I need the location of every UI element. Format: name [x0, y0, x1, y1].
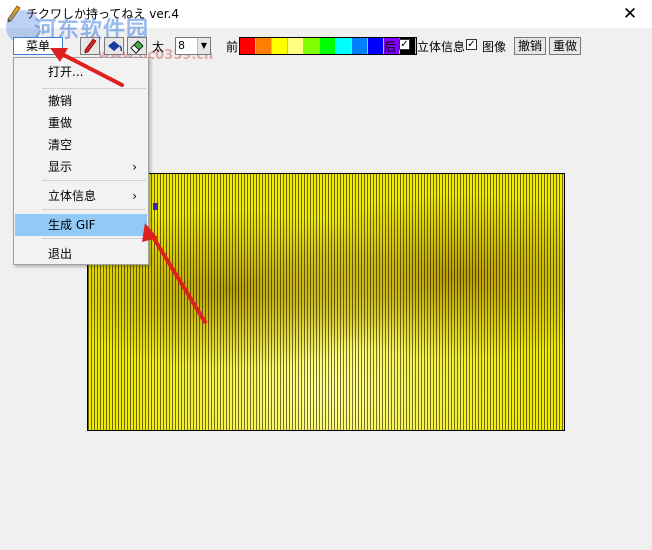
color-swatch[interactable] — [304, 38, 320, 54]
color-swatch[interactable] — [272, 38, 288, 54]
chevron-down-icon: ▼ — [197, 38, 210, 54]
color-swatch[interactable] — [240, 38, 256, 54]
drawing-canvas[interactable] — [87, 173, 565, 431]
color-swatch[interactable] — [352, 38, 368, 54]
size-select-value: 8 — [178, 39, 185, 52]
menu-separator — [42, 88, 146, 89]
eraser-tool-button[interactable] — [127, 37, 147, 55]
menu-item-exit[interactable]: 退出 — [15, 243, 147, 265]
menu-item-stereo-info-label: 立体信息 — [48, 189, 97, 203]
color-swatch[interactable] — [288, 38, 304, 54]
menu-item-open-label: 打开... — [48, 65, 84, 79]
size-select[interactable]: 8 ▼ — [175, 37, 211, 55]
chevron-right-icon: › — [132, 160, 137, 174]
color-swatch[interactable] — [336, 38, 352, 54]
pencil-tool-button[interactable] — [80, 37, 100, 55]
menu-item-make-gif-label: 生成 GIF — [48, 218, 96, 232]
color-swatch[interactable] — [256, 38, 272, 54]
menu-item-clear[interactable]: 清空 — [15, 134, 147, 156]
color-swatch[interactable] — [368, 38, 384, 54]
menu-separator — [42, 209, 146, 210]
stereo-info-checkbox[interactable]: ✓ — [466, 39, 477, 50]
back-color-label: 后 — [384, 40, 397, 54]
menu-item-display[interactable]: 显示 › — [15, 156, 147, 178]
back-checkbox[interactable]: ✓ — [399, 39, 410, 50]
fill-tool-button[interactable] — [104, 37, 124, 55]
cursor-mark — [153, 203, 158, 210]
undo-button-label: 撤销 — [517, 39, 542, 53]
undo-button[interactable]: 撤销 — [514, 37, 546, 55]
front-color-label: 前 — [226, 40, 239, 54]
menu-item-redo[interactable]: 重做 — [15, 112, 147, 134]
menu-item-clear-label: 清空 — [48, 138, 73, 152]
menu-separator — [42, 238, 146, 239]
menu-separator — [42, 180, 146, 181]
close-button[interactable]: ✕ — [608, 0, 652, 28]
menu-item-stereo-info[interactable]: 立体信息 › — [15, 185, 147, 207]
dropdown-menu: 打开... 撤销 重做 清空 显示 › 立体信息 › 生成 GIF 退出 — [13, 57, 149, 265]
menu-item-undo[interactable]: 撤销 — [15, 90, 147, 112]
paint-bucket-icon — [108, 41, 123, 52]
eraser-icon — [130, 40, 144, 54]
menu-item-exit-label: 退出 — [48, 247, 73, 261]
pencil-icon — [84, 38, 97, 54]
menu-button[interactable]: 菜单 — [13, 37, 63, 55]
chevron-right-icon: › — [132, 189, 137, 203]
color-swatch[interactable] — [320, 38, 336, 54]
menu-button-label: 菜单 — [25, 39, 50, 53]
menu-item-redo-label: 重做 — [48, 116, 73, 130]
menu-item-display-label: 显示 — [48, 160, 73, 174]
image-label: 图像 — [482, 40, 507, 54]
stereo-info-label: 立体信息 — [417, 40, 466, 54]
redo-button-label: 重做 — [552, 39, 577, 53]
size-label: 太 — [152, 40, 165, 54]
menu-item-make-gif[interactable]: 生成 GIF — [15, 214, 147, 236]
redo-button[interactable]: 重做 — [549, 37, 581, 55]
menu-item-open[interactable]: 打开... — [15, 61, 147, 83]
menu-item-undo-label: 撤销 — [48, 94, 73, 108]
close-icon: ✕ — [622, 4, 638, 24]
